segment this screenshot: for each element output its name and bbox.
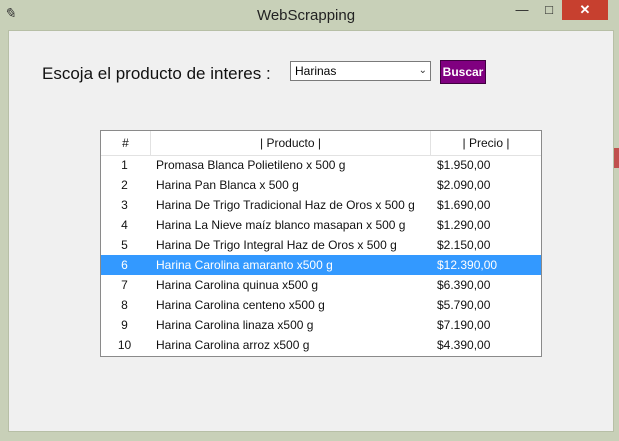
row-price: $7.190,00 — [437, 318, 491, 332]
column-header-product[interactable]: | Producto | — [151, 131, 431, 155]
minimize-button[interactable]: — — [509, 0, 535, 20]
row-price: $4.390,00 — [437, 338, 491, 352]
row-product: Promasa Blanca Polietileno x 500 g — [156, 158, 346, 172]
products-table[interactable]: # | Producto | | Precio | 1 Promasa Blanc… — [100, 130, 542, 357]
table-row[interactable]: 2 Harina Pan Blanca x 500 g $2.090,00 — [101, 175, 541, 195]
row-number: 2 — [121, 178, 128, 192]
close-button[interactable]: ✕ — [562, 0, 608, 20]
product-select-value: Harinas — [295, 64, 337, 78]
row-number: 1 — [121, 158, 128, 172]
row-product: Harina La Nieve maíz blanco masapan x 50… — [156, 218, 406, 232]
table-row[interactable]: 7 Harina Carolina quinua x500 g $6.390,00 — [101, 275, 541, 295]
column-header-price[interactable]: | Precio | — [431, 131, 541, 155]
chevron-down-icon[interactable]: ⌄ — [419, 62, 427, 80]
maximize-button[interactable]: □ — [536, 0, 562, 20]
row-number: 6 — [121, 258, 128, 272]
title-bar[interactable]: ✎ WebScrapping — □ ✕ — [0, 0, 612, 30]
column-header-number[interactable]: # — [101, 131, 151, 155]
product-prompt-label: Escoja el producto de interes : — [42, 64, 271, 83]
table-row[interactable]: 10 Harina Carolina arroz x500 g $4.390,00 — [101, 335, 541, 355]
row-price: $1.690,00 — [437, 198, 491, 212]
table-row[interactable]: 3 Harina De Trigo Tradicional Haz de Oros… — [101, 195, 541, 215]
row-number: 7 — [121, 278, 128, 292]
table-row[interactable]: 5 Harina De Trigo Integral Haz de Oros x … — [101, 235, 541, 255]
row-price: $1.290,00 — [437, 218, 491, 232]
row-product: Harina Carolina amaranto x500 g — [156, 258, 333, 272]
table-row[interactable]: 6 Harina Carolina amaranto x500 g $12.390,… — [101, 255, 541, 275]
row-product: Harina Carolina centeno x500 g — [156, 298, 325, 312]
row-number: 4 — [121, 218, 128, 232]
row-number: 10 — [117, 338, 132, 352]
search-button[interactable]: Buscar — [440, 60, 486, 84]
row-product: Harina Carolina linaza x500 g — [156, 318, 314, 332]
product-select[interactable]: Harinas ⌄ — [290, 61, 431, 81]
table-row[interactable]: 1 Promasa Blanca Polietileno x 500 g $1.95… — [101, 155, 541, 175]
row-number: 9 — [121, 318, 128, 332]
table-header: # | Producto | | Precio | — [101, 131, 541, 156]
row-product: Harina Pan Blanca x 500 g — [156, 178, 299, 192]
background-window-accent — [614, 148, 619, 168]
row-price: $12.390,00 — [437, 258, 498, 272]
table-row[interactable]: 9 Harina Carolina linaza x500 g $7.190,00 — [101, 315, 541, 335]
row-product: Harina Carolina quinua x500 g — [156, 278, 319, 292]
row-product: Harina De Trigo Tradicional Haz de Oros … — [156, 198, 415, 212]
app-window: ✎ WebScrapping — □ ✕ Escoja el producto … — [0, 0, 614, 436]
row-price: $2.150,00 — [437, 238, 491, 252]
row-number: 5 — [121, 238, 128, 252]
table-row[interactable]: 4 Harina La Nieve maíz blanco masapan x 5… — [101, 215, 541, 235]
table-row[interactable]: 8 Harina Carolina centeno x500 g $5.790,00 — [101, 295, 541, 315]
row-product: Harina De Trigo Integral Haz de Oros x 5… — [156, 238, 397, 252]
row-price: $2.090,00 — [437, 178, 491, 192]
row-number: 3 — [121, 198, 128, 212]
row-number: 8 — [121, 298, 128, 312]
row-price: $1.950,00 — [437, 158, 491, 172]
window-content: Escoja el producto de interes : Harinas … — [8, 30, 614, 432]
row-product: Harina Carolina arroz x500 g — [156, 338, 310, 352]
row-price: $6.390,00 — [437, 278, 491, 292]
row-price: $5.790,00 — [437, 298, 491, 312]
